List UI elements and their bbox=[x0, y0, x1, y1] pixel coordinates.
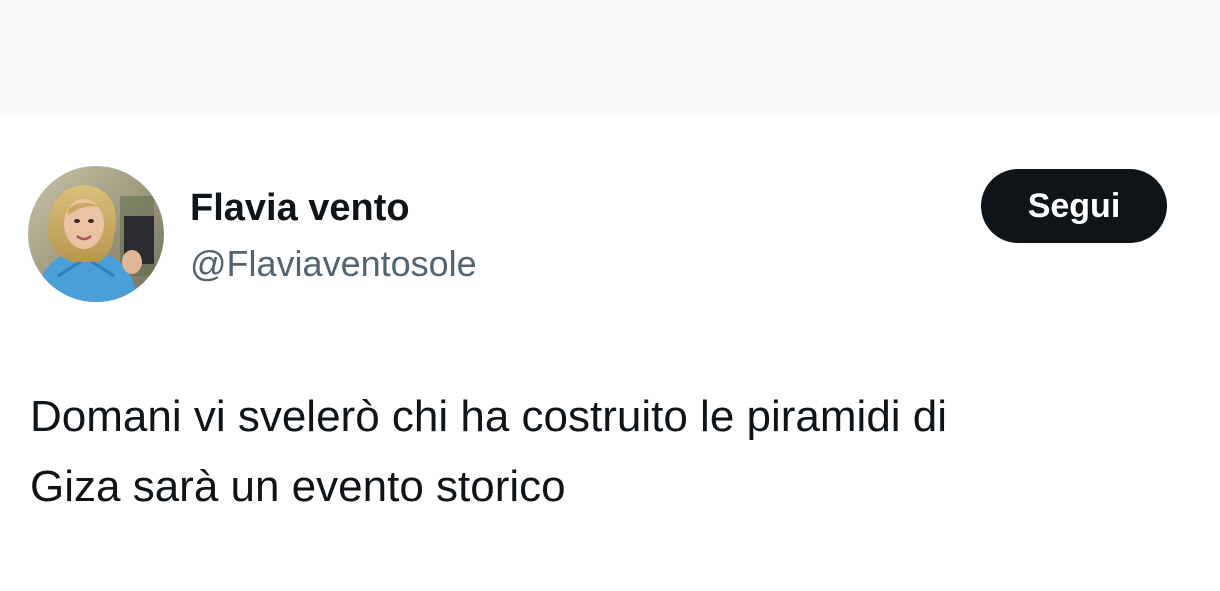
tweet-screenshot: Flavia vento @Flaviaventosole Segui Doma… bbox=[0, 0, 1220, 591]
tweet-text-line: Giza sarà un evento storico bbox=[30, 462, 566, 511]
follow-button[interactable]: Segui bbox=[981, 169, 1167, 243]
tweet-text: Domani vi svelerò chi ha costruito le pi… bbox=[30, 382, 1180, 522]
tweet-text-line: Domani vi svelerò chi ha costruito le pi… bbox=[30, 392, 948, 441]
avatar-photo bbox=[28, 166, 164, 302]
author-name[interactable]: Flavia vento bbox=[190, 184, 410, 232]
author-handle[interactable]: @Flaviaventosole bbox=[190, 241, 477, 287]
top-band bbox=[0, 0, 1220, 116]
avatar[interactable] bbox=[28, 166, 164, 302]
